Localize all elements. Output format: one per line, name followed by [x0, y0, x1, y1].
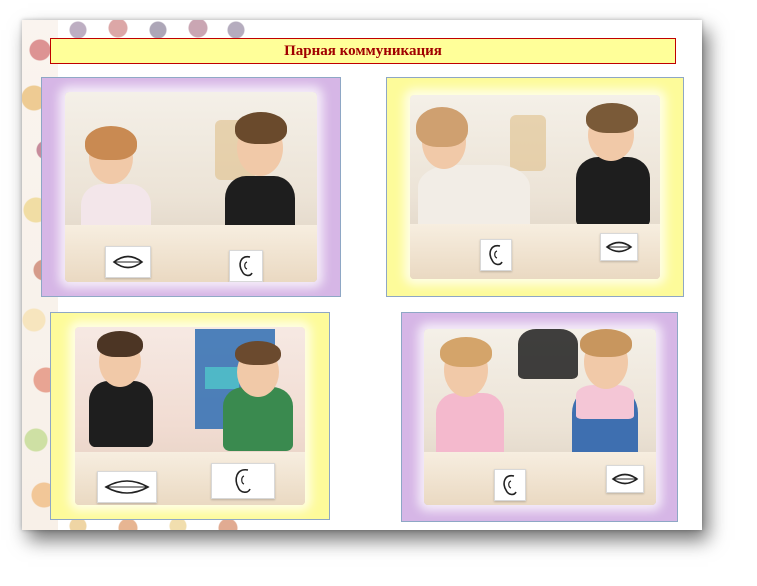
- photo-frame-bottom-right: [401, 312, 678, 522]
- photo-children-pair-2: [410, 95, 660, 279]
- photo-children-pair-1: [65, 92, 317, 282]
- ear-card-icon: [489, 244, 503, 266]
- presentation-slide: Парная коммуникация: [22, 20, 702, 530]
- photo-frame-bottom-left: [50, 312, 330, 520]
- lips-card-icon: [104, 480, 150, 494]
- ear-card-icon: [235, 469, 251, 493]
- slide-title-bar: Парная коммуникация: [50, 38, 676, 64]
- photo-children-pair-4: [423, 329, 656, 505]
- lips-card-icon: [605, 241, 633, 253]
- lips-card-icon: [611, 473, 638, 485]
- ear-card-icon: [239, 255, 253, 277]
- photo-frame-top-right: [386, 77, 684, 297]
- ear-card-icon: [502, 474, 517, 496]
- lips-card-icon: [112, 255, 144, 269]
- photo-children-pair-3: [75, 327, 305, 505]
- photo-frame-top-left: [41, 77, 341, 297]
- slide-title: Парная коммуникация: [284, 42, 442, 59]
